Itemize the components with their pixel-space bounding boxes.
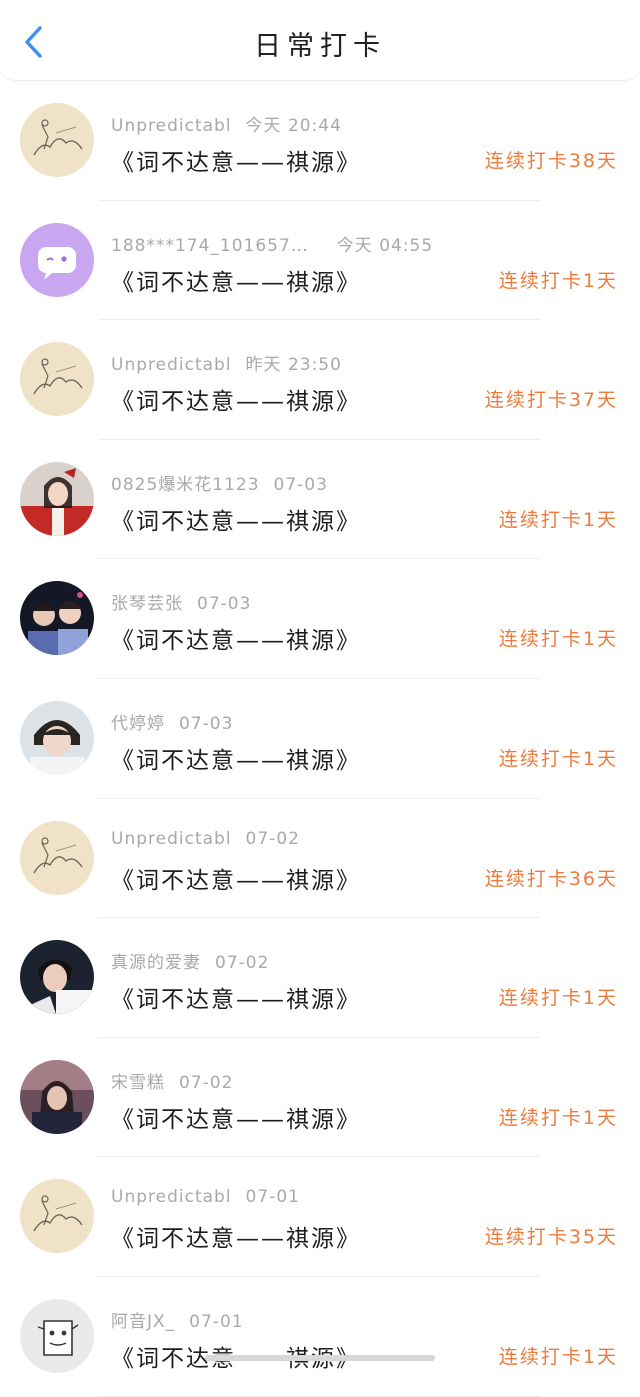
avatar <box>20 1298 94 1373</box>
streak-label: 连续打卡1天 <box>498 1106 618 1129</box>
streak-label: 连续打卡1天 <box>498 508 618 531</box>
home-indicator[interactable] <box>205 1355 435 1361</box>
username[interactable]: 0825爆米花1123 <box>111 475 260 495</box>
username[interactable]: 真源的爱妻 <box>111 953 201 973</box>
streak-label: 连续打卡37天 <box>484 389 618 412</box>
timestamp: 07-02 <box>245 828 300 849</box>
book-title[interactable]: 《词不达意——祺源》 <box>111 1219 361 1253</box>
book-title[interactable]: 《词不达意——祺源》 <box>111 263 361 297</box>
username[interactable]: Unpredictabl <box>111 829 232 849</box>
book-title[interactable]: 《词不达意——祺源》 <box>111 861 361 895</box>
streak-label: 连续打卡35天 <box>484 1226 618 1249</box>
streak-label: 连续打卡36天 <box>484 867 618 890</box>
list-item[interactable]: Unpredictabl 07-02 《词不达意——祺源》 连续打卡36天 <box>0 799 640 919</box>
list-item[interactable]: 188***174_101657… 今天 04:55 《词不达意——祺源》 连续打… <box>0 201 640 321</box>
list-item[interactable]: Unpredictabl 昨天 23:50 《词不达意——祺源》 连续打卡37天 <box>0 320 640 440</box>
username[interactable]: Unpredictabl <box>111 355 232 375</box>
book-title[interactable]: 《词不达意——祺源》 <box>111 143 361 177</box>
timestamp: 07-03 <box>179 713 234 734</box>
list-item[interactable]: 宋雪糕 07-02 《词不达意——祺源》 连续打卡1天 <box>0 1038 640 1158</box>
avatar <box>20 461 94 536</box>
timestamp: 07-02 <box>179 1072 234 1093</box>
avatar <box>20 1059 94 1134</box>
nav-bar: 日常打卡 <box>0 0 640 81</box>
timestamp: 今天 20:44 <box>245 116 342 136</box>
streak-label: 连续打卡1天 <box>498 628 618 651</box>
book-title[interactable]: 《词不达意——祺源》 <box>111 1100 361 1134</box>
list-item[interactable]: Unpredictabl 07-01 《词不达意——祺源》 连续打卡35天 <box>0 1157 640 1277</box>
entry-meta: 0825爆米花1123 07-03 <box>111 470 328 495</box>
streak-label: 连续打卡1天 <box>498 987 618 1010</box>
streak-label: 连续打卡1天 <box>498 1345 618 1368</box>
avatar <box>20 103 94 177</box>
avatar <box>20 222 94 297</box>
username[interactable]: Unpredictabl <box>111 1187 232 1207</box>
timestamp: 07-03 <box>273 474 328 495</box>
timestamp: 07-03 <box>197 594 252 615</box>
list-item[interactable]: 张琴芸张 07-03 《词不达意——祺源》 连续打卡1天 <box>0 559 640 679</box>
entry-meta: Unpredictabl 今天 20:44 <box>111 111 342 136</box>
entry-meta: 阿音JX_ 07-01 <box>111 1307 244 1332</box>
list-item[interactable]: 0825爆米花1123 07-03 《词不达意——祺源》 连续打卡1天 <box>0 440 640 560</box>
entry-meta: 张琴芸张 07-03 <box>111 589 251 614</box>
avatar <box>20 1179 94 1254</box>
list-item[interactable]: Unpredictabl 今天 20:44 《词不达意——祺源》 连续打卡38天 <box>0 81 640 201</box>
timestamp: 今天 04:55 <box>336 235 434 256</box>
username[interactable]: Unpredictabl <box>111 116 232 136</box>
timestamp: 07-02 <box>215 953 270 974</box>
username[interactable]: 代婷婷 <box>111 714 165 734</box>
list-item[interactable]: 阿音JX_07-01 《词不达意——祺源》 连续打卡1天 <box>0 1277 640 1397</box>
streak-label: 连续打卡38天 <box>484 150 618 172</box>
streak-label: 连续打卡1天 <box>498 747 618 770</box>
username[interactable]: 阿音JX_ <box>111 1312 175 1332</box>
timestamp: 07-01 <box>189 1311 244 1332</box>
book-title[interactable]: 《词不达意——祺源》 <box>111 382 361 416</box>
entry-meta: Unpredictabl 07-01 <box>111 1187 300 1207</box>
page-title: 日常打卡 <box>254 31 386 62</box>
entry-meta: 宋雪糕 07-02 <box>111 1068 233 1093</box>
timestamp: 07-01 <box>245 1187 300 1208</box>
timestamp: 昨天 23:50 <box>245 355 342 376</box>
streak-label: 连续打卡1天 <box>498 269 618 292</box>
avatar <box>20 581 94 656</box>
entry-meta: 代婷婷 07-03 <box>111 709 233 734</box>
list-item[interactable]: 代婷婷 07-03 《词不达意——祺源》 连续打卡1天 <box>0 679 640 799</box>
entry-meta: Unpredictabl 昨天 23:50 <box>111 350 342 375</box>
username[interactable]: 张琴芸张 <box>111 594 183 614</box>
book-title[interactable]: 《词不达意——祺源》 <box>111 502 361 536</box>
list-item[interactable]: 真源的爱妻 07-02 《词不达意——祺源》 连续打卡1天 <box>0 918 640 1038</box>
avatar <box>20 700 94 775</box>
entry-meta: Unpredictabl 07-02 <box>111 829 300 849</box>
avatar <box>20 940 94 1015</box>
avatar <box>20 820 94 895</box>
entry-meta: 真源的爱妻 07-02 <box>111 948 269 973</box>
avatar <box>20 342 94 417</box>
entry-meta: 188***174_101657… 今天 04:55 <box>111 231 433 256</box>
book-title[interactable]: 《词不达意——祺源》 <box>111 980 361 1014</box>
username[interactable]: 188***174_101657… <box>111 236 309 256</box>
checkin-list: Unpredictabl 今天 20:44 《词不达意——祺源》 连续打卡38天 … <box>0 81 640 1397</box>
username[interactable]: 宋雪糕 <box>111 1073 165 1093</box>
book-title[interactable]: 《词不达意——祺源》 <box>111 741 361 775</box>
book-title[interactable]: 《词不达意——祺源》 <box>111 621 361 655</box>
